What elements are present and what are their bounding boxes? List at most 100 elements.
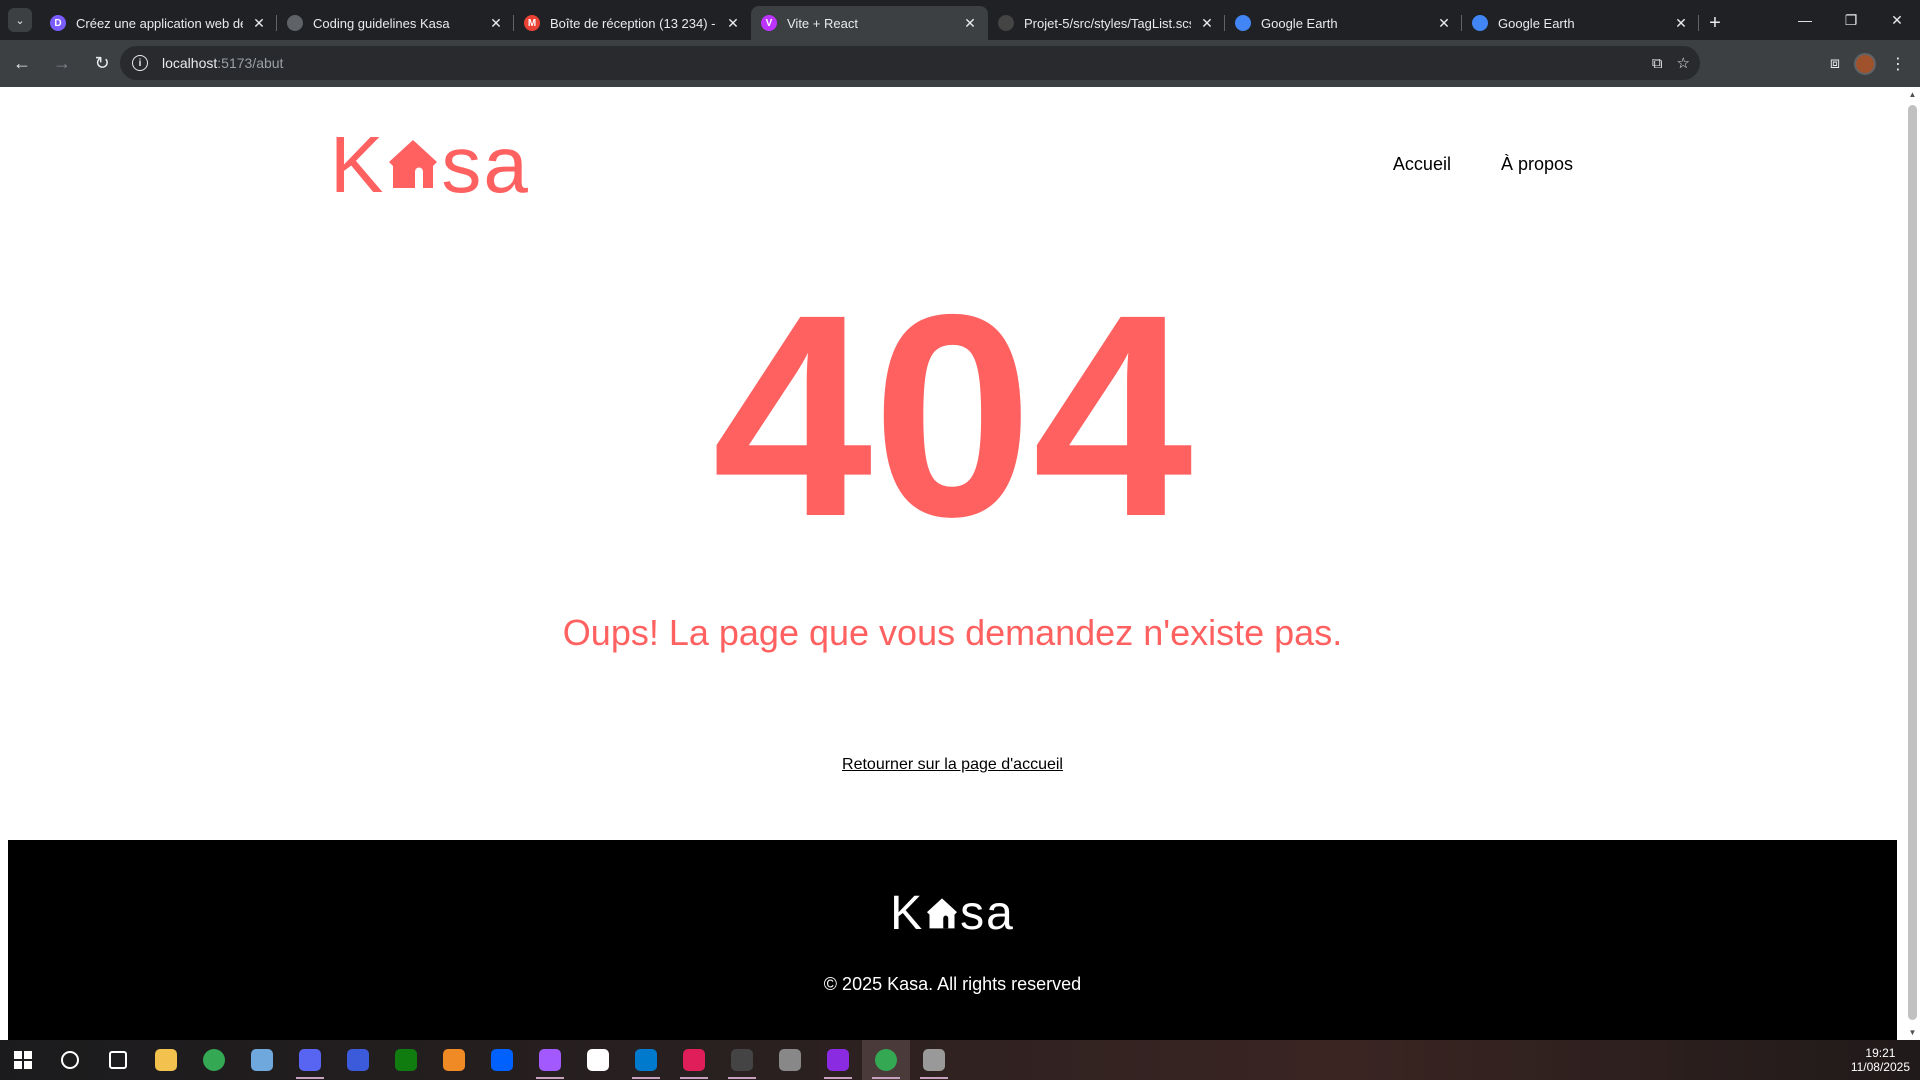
new-tab-button[interactable]: + xyxy=(1699,6,1731,40)
tab-favicon-icon: V xyxy=(761,15,777,31)
tab-title: Google Earth xyxy=(1498,15,1575,31)
taskbar-glyph xyxy=(347,1049,369,1071)
taskbar-glyph xyxy=(779,1049,801,1071)
footer-logo: K sa xyxy=(8,886,1897,941)
browser-tab[interactable]: Projet-5/src/styles/TagList.scss a ✕ xyxy=(988,6,1225,40)
site-footer: K sa © 2025 Kasa. All rights reserved xyxy=(8,840,1897,1040)
app-icon-2[interactable] xyxy=(766,1040,814,1080)
tab-search-button[interactable]: ⌄ xyxy=(8,8,32,32)
running-indicator xyxy=(296,1077,324,1079)
tab-close-icon[interactable]: ✕ xyxy=(1436,15,1452,31)
start-button[interactable] xyxy=(0,1040,46,1080)
browser-toolbar: ← → ↻ i localhost:5173/abut ⧉ ☆ ⧈ ⋮ xyxy=(0,40,1920,87)
minimize-button[interactable]: — xyxy=(1782,0,1828,40)
windows-taskbar xyxy=(0,1040,1920,1080)
tab-favicon-icon: M xyxy=(524,15,540,31)
tab-favicon-icon: D xyxy=(50,15,66,31)
taskbar-glyph xyxy=(491,1049,513,1071)
tab-title: Projet-5/src/styles/TagList.scss a xyxy=(1024,15,1191,31)
app-icon[interactable] xyxy=(238,1040,286,1080)
footer-logo-letter-k: K xyxy=(890,887,925,940)
running-indicator xyxy=(872,1077,900,1079)
discord-icon[interactable] xyxy=(286,1040,334,1080)
dropbox-icon[interactable] xyxy=(478,1040,526,1080)
logo-letters-sa: sa xyxy=(441,119,530,209)
scroll-up-arrow[interactable]: ▲ xyxy=(1908,90,1917,99)
fl-studio-icon[interactable] xyxy=(430,1040,478,1080)
tab-favicon-icon xyxy=(998,15,1014,31)
translate-icon[interactable]: ⧉ xyxy=(1652,55,1663,72)
footer-logo-letters-sa: sa xyxy=(960,887,1015,940)
tab-list: D Créez une application web de lo ✕ Coding … xyxy=(40,6,1699,40)
error-code: 404 xyxy=(712,255,1193,577)
tab-title: Google Earth xyxy=(1261,15,1338,31)
task-view-icon[interactable] xyxy=(94,1040,142,1080)
kasa-logo[interactable]: K sa xyxy=(330,120,530,209)
address-bar[interactable]: i localhost:5173/abut ⧉ ☆ xyxy=(120,46,1700,80)
page-viewport: K sa Accueil À propos 404 Oups! La page … xyxy=(0,87,1920,1040)
notion-icon[interactable] xyxy=(574,1040,622,1080)
chrome-icon[interactable] xyxy=(190,1040,238,1080)
taskbar-glyph xyxy=(683,1049,705,1071)
tab-title: Boîte de réception (13 234) - be xyxy=(550,15,717,31)
url-text[interactable]: localhost:5173/abut xyxy=(162,55,283,71)
heart-app-icon[interactable] xyxy=(814,1040,862,1080)
running-indicator xyxy=(728,1077,756,1079)
taskbar-glyph xyxy=(109,1051,127,1069)
taskbar-glyph xyxy=(203,1049,225,1071)
taskbar-glyph xyxy=(251,1049,273,1071)
tab-favicon-icon xyxy=(287,15,303,31)
scroll-thumb[interactable] xyxy=(1908,105,1917,1020)
taskbar-glyph xyxy=(875,1049,897,1071)
search-icon[interactable] xyxy=(46,1040,94,1080)
taskbar-glyph xyxy=(395,1049,417,1071)
chrome-icon-2[interactable] xyxy=(862,1040,910,1080)
browser-tab[interactable]: Google Earth ✕ xyxy=(1225,6,1462,40)
reload-button[interactable]: ↻ xyxy=(84,46,120,82)
close-window-button[interactable]: ✕ xyxy=(1874,0,1920,40)
xbox-icon[interactable] xyxy=(382,1040,430,1080)
url-path: :5173/abut xyxy=(217,55,284,71)
running-indicator xyxy=(680,1077,708,1079)
site-info-icon[interactable]: i xyxy=(132,55,148,71)
footer-copyright: © 2025 Kasa. All rights reserved xyxy=(823,974,1082,994)
figma-icon[interactable] xyxy=(526,1040,574,1080)
forward-button[interactable]: → xyxy=(44,46,80,82)
browser-tab[interactable]: Coding guidelines Kasa ✕ xyxy=(277,6,514,40)
tab-close-icon[interactable]: ✕ xyxy=(962,15,978,31)
page-scrollbar[interactable]: ▲ ▼ xyxy=(1905,87,1920,1040)
back-button[interactable]: ← xyxy=(4,46,40,82)
taskbar-glyph xyxy=(443,1049,465,1071)
file-explorer-icon[interactable] xyxy=(142,1040,190,1080)
tab-close-icon[interactable]: ✕ xyxy=(1673,15,1689,31)
browser-tab[interactable]: Google Earth ✕ xyxy=(1462,6,1699,40)
scroll-down-arrow[interactable]: ▼ xyxy=(1908,1028,1917,1037)
nav-link-a-propos[interactable]: À propos xyxy=(1501,154,1573,175)
restore-button[interactable]: ❐ xyxy=(1828,0,1874,40)
taskbar-apps xyxy=(46,1040,958,1080)
tab-close-icon[interactable]: ✕ xyxy=(251,15,267,31)
app-icon-3[interactable] xyxy=(910,1040,958,1080)
extensions-icon[interactable]: ⧈ xyxy=(1830,55,1840,73)
arc-icon[interactable] xyxy=(334,1040,382,1080)
openai-icon[interactable] xyxy=(718,1040,766,1080)
tab-close-icon[interactable]: ✕ xyxy=(488,15,504,31)
vscode-icon[interactable] xyxy=(622,1040,670,1080)
running-indicator xyxy=(920,1077,948,1079)
tab-close-icon[interactable]: ✕ xyxy=(1199,15,1215,31)
error-message: Oups! La page que vous demandez n'existe… xyxy=(562,612,1343,653)
profile-avatar[interactable] xyxy=(1854,52,1876,75)
tab-favicon-icon xyxy=(1472,15,1488,31)
running-indicator xyxy=(536,1077,564,1079)
slack-icon[interactable] xyxy=(670,1040,718,1080)
browser-tab[interactable]: M Boîte de réception (13 234) - be ✕ xyxy=(514,6,751,40)
browser-tab[interactable]: D Créez une application web de lo ✕ xyxy=(40,6,277,40)
nav-link-accueil[interactable]: Accueil xyxy=(1393,154,1451,175)
back-home-link[interactable]: Retourner sur la page d'accueil xyxy=(842,756,1063,773)
system-clock[interactable]: 19:21 11/08/2025 xyxy=(1851,1040,1910,1080)
tab-close-icon[interactable]: ✕ xyxy=(725,15,741,31)
bookmark-star-icon[interactable]: ☆ xyxy=(1677,54,1690,72)
taskbar-glyph xyxy=(155,1049,177,1071)
menu-kebab-icon[interactable]: ⋮ xyxy=(1890,54,1906,74)
browser-tab[interactable]: V Vite + React ✕ xyxy=(751,6,988,40)
